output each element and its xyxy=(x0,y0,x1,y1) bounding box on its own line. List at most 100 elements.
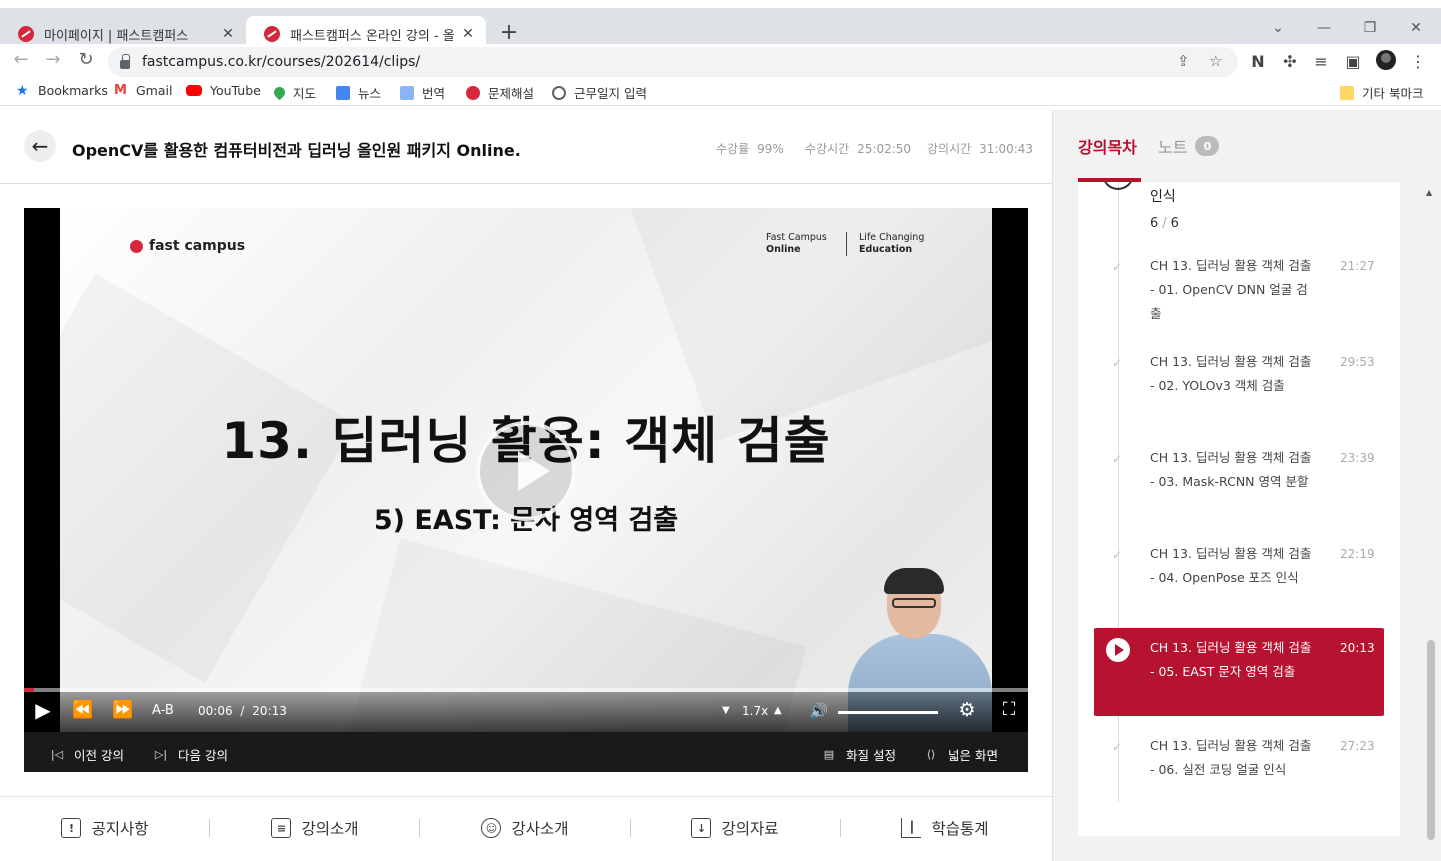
new-tab-plus-icon[interactable]: + xyxy=(498,20,520,45)
bookmark-youtube[interactable]: YouTube xyxy=(186,83,261,98)
duration: 20:13 xyxy=(252,704,287,718)
tab-statistics[interactable]: ┃ 학습통계 xyxy=(840,817,1050,839)
volume-slider[interactable] xyxy=(838,711,938,714)
sidebar-scrollbar[interactable]: ▲ xyxy=(1423,180,1439,860)
tab-close-icon[interactable]: ✕ xyxy=(460,26,476,42)
tab-table-of-contents[interactable]: 강의목차 xyxy=(1078,134,1141,182)
tab-label: 학습통계 xyxy=(931,820,989,838)
volume-icon[interactable]: 🔊 xyxy=(808,702,830,720)
big-play-button[interactable] xyxy=(476,421,576,521)
speed-up-icon[interactable]: ▲ xyxy=(774,705,782,716)
video-player[interactable]: fast campus Fast Campus Online Life Chang… xyxy=(24,208,1028,772)
chapter-done: 6 xyxy=(1150,216,1159,231)
back-button[interactable]: ← xyxy=(24,130,56,162)
lesson-item[interactable]: ✓ CH 13. 딥러닝 활용 객체 검출 - 01. OpenCV DNN 얼굴… xyxy=(1094,254,1384,342)
play-icon[interactable]: ▶ xyxy=(32,698,54,722)
ab-repeat-button[interactable]: A-B xyxy=(152,703,174,718)
lesson-item[interactable]: ✓ CH 13. 딥러닝 활용 객체 검출 - 06. 실전 코딩 얼굴 인식 27… xyxy=(1094,734,1384,822)
lesson-title: CH 13. 딥러닝 활용 객체 검출 - 03. Mask-RCNN 영역 분… xyxy=(1150,450,1312,489)
prev-lecture-button[interactable]: |◁ 이전 강의 xyxy=(50,745,124,764)
back-arrow-icon[interactable]: ← xyxy=(10,49,32,70)
lesson-duration: 27:23 xyxy=(1340,739,1375,753)
tab-close-icon[interactable]: ✕ xyxy=(220,26,236,42)
bookmark-maps[interactable]: 지도 xyxy=(271,83,317,102)
tab-label: 공지사항 xyxy=(91,820,149,838)
side-panel-icon[interactable]: ▣ xyxy=(1343,52,1363,71)
tab-course-intro[interactable]: ≡ 강의소개 xyxy=(210,817,420,839)
lesson-item[interactable]: ✓ CH 13. 딥러닝 활용 객체 검출 - 03. Mask-RCNN 영역 … xyxy=(1094,446,1384,534)
bookmark-label: Bookmarks xyxy=(38,83,108,98)
check-icon: ✓ xyxy=(1112,740,1123,754)
brand-text: Education xyxy=(859,244,913,255)
bookmark-star-icon[interactable]: ☆ xyxy=(1209,52,1222,70)
lesson-duration: 21:27 xyxy=(1340,259,1375,273)
lesson-item-active[interactable]: CH 13. 딥러닝 활용 객체 검출 - 05. EAST 문자 영역 검출 2… xyxy=(1094,628,1384,716)
lesson-item[interactable]: ✓ CH 13. 딥러닝 활용 객체 검출 - 04. OpenPose 포즈 인… xyxy=(1094,542,1384,630)
profile-avatar[interactable] xyxy=(1376,50,1396,70)
close-window-icon[interactable]: ✕ xyxy=(1406,20,1426,36)
bookmark-bookmarks[interactable]: ★ Bookmarks xyxy=(16,83,108,98)
stat-progress: 수강률 99% xyxy=(716,140,784,157)
quality-settings-button[interactable]: ▤ 화질 설정 xyxy=(822,745,896,764)
tab-materials[interactable]: ↓ 강의자료 xyxy=(630,817,840,839)
scroll-up-icon[interactable]: ▲ xyxy=(1426,188,1432,197)
bookmark-gmail[interactable]: M Gmail xyxy=(114,83,172,98)
translate-icon xyxy=(400,85,414,100)
bookmark-worklog[interactable]: 근무일지 입력 xyxy=(552,83,647,102)
site-icon xyxy=(466,85,480,100)
folder-icon xyxy=(1340,85,1354,100)
extensions-puzzle-icon[interactable]: ✣ xyxy=(1280,52,1300,71)
tab-notice[interactable]: ! 공지사항 xyxy=(0,817,210,839)
wide-screen-button[interactable]: ⟨⟩ 넓은 화면 xyxy=(924,745,998,764)
menu-kebab-icon[interactable]: ⋮ xyxy=(1408,52,1428,71)
browser-tab-strip: 마이페이지 | 패스트캠퍼스 ✕ 패스트캠퍼스 온라인 강의 - 올인 ✕ + … xyxy=(0,0,1441,52)
bookmark-label: 기타 북마크 xyxy=(1362,86,1424,101)
reload-icon[interactable]: ↻ xyxy=(75,49,97,70)
check-icon: ✓ xyxy=(1112,548,1123,562)
media-queue-icon[interactable]: ≡ xyxy=(1311,52,1331,71)
time-display: 00:06 / 20:13 xyxy=(198,704,287,718)
course-title: OpenCV를 활용한 컴퓨터비전과 딥러닝 올인원 패키지 Online. xyxy=(72,141,521,160)
minimize-icon[interactable]: — xyxy=(1314,20,1334,36)
fast-forward-icon[interactable]: ⏩ xyxy=(112,700,134,720)
address-toolbar: ← → ↻ fastcampus.co.kr/courses/202614/cl… xyxy=(0,44,1441,78)
next-lecture-button[interactable]: ▷| 다음 강의 xyxy=(154,745,228,764)
lesson-title: CH 13. 딥러닝 활용 객체 검출 - 01. OpenCV DNN 얼굴 … xyxy=(1150,258,1312,321)
globe-icon xyxy=(552,85,566,100)
tab-label: 강의자료 xyxy=(721,820,779,838)
bookmark-problems[interactable]: 문제해설 xyxy=(466,83,534,102)
lesson-item[interactable]: ✓ CH 13. 딥러닝 활용 객체 검출 - 02. YOLOv3 객체 검출 2… xyxy=(1094,350,1384,438)
settings-gear-icon[interactable]: ⚙ xyxy=(956,699,978,721)
lesson-duration: 22:19 xyxy=(1340,547,1375,561)
extension-n-icon[interactable]: N xyxy=(1248,52,1268,71)
brand-text: Online xyxy=(766,244,801,255)
tab-title: 마이페이지 | 패스트캠퍼스 xyxy=(44,28,189,44)
maps-icon xyxy=(271,84,288,101)
tab-search-chevron-icon[interactable]: ⌄ xyxy=(1268,20,1288,36)
address-bar[interactable]: fastcampus.co.kr/courses/202614/clips/ xyxy=(108,47,1238,77)
rewind-icon[interactable]: ⏪ xyxy=(72,700,94,720)
tab-label: 노트 xyxy=(1158,138,1188,157)
bookmark-label: YouTube xyxy=(210,83,261,98)
skip-previous-icon: |◁ xyxy=(50,748,64,761)
restore-icon[interactable]: ❐ xyxy=(1360,20,1380,36)
tab-instructor[interactable]: ☺ 강사소개 xyxy=(420,817,630,839)
fullscreen-icon[interactable]: ⛶ xyxy=(998,699,1020,720)
forward-arrow-icon[interactable]: → xyxy=(42,49,64,70)
chapter-total: 6 xyxy=(1170,216,1179,231)
other-bookmarks[interactable]: 기타 북마크 xyxy=(1340,83,1423,102)
url-text: fastcampus.co.kr/courses/202614/clips/ xyxy=(142,54,421,70)
player-controls: ▶ ⏪ ⏩ A-B 00:06 / 20:13 ▼ 1.7x ▲ 🔊 ⚙ ⛶ xyxy=(24,692,1028,732)
chapter-toggle-icon[interactable] xyxy=(1102,182,1134,190)
bookmark-translate[interactable]: 번역 xyxy=(400,83,445,102)
stat-value: 99% xyxy=(757,142,784,156)
bookmark-label: Gmail xyxy=(136,83,173,98)
share-icon[interactable]: ⇪ xyxy=(1177,52,1190,70)
bookmark-news[interactable]: 뉴스 xyxy=(336,83,381,102)
bookmark-label: 지도 xyxy=(293,86,317,101)
star-icon: ★ xyxy=(16,82,29,99)
quality-icon: ▤ xyxy=(823,748,835,761)
scrollbar-thumb[interactable] xyxy=(1427,640,1435,840)
tab-notes[interactable]: 노트 0 xyxy=(1158,134,1220,158)
speed-down-icon[interactable]: ▼ xyxy=(722,705,730,716)
